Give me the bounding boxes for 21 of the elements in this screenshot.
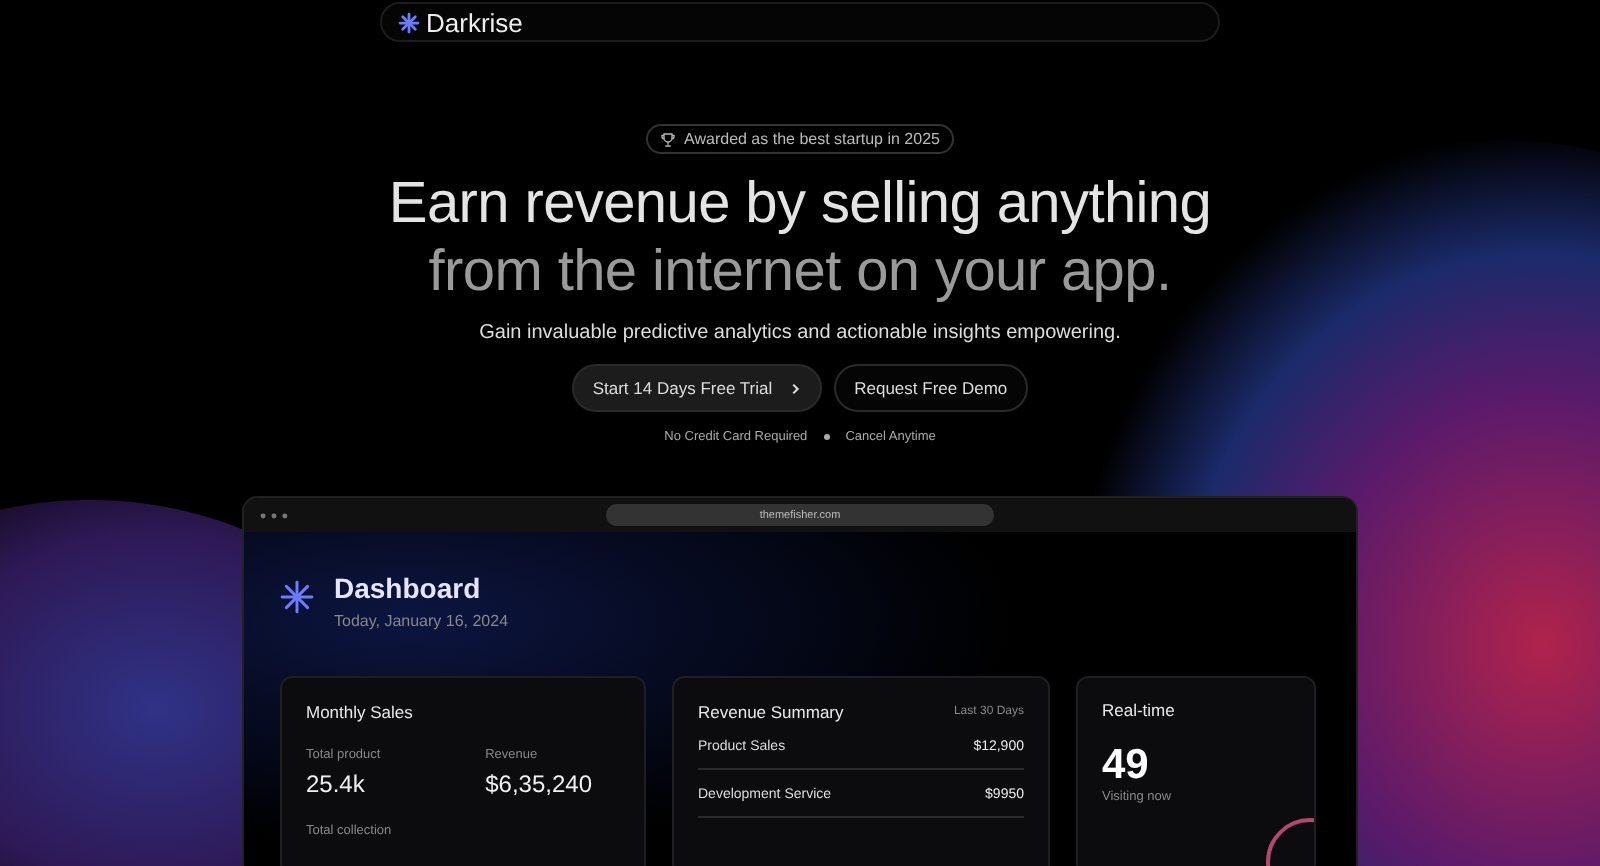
dashboard-title: Dashboard [334, 572, 483, 604]
free-trial-button[interactable]: Start 14 Days Free Trial [572, 364, 823, 412]
visitor-count: 49 [1102, 742, 1151, 790]
stat-value: $6,35,240 [485, 770, 592, 798]
hero-subtitle: Gain invaluable predictive analytics and actionable insights empowering. [479, 322, 1121, 344]
badge-text: Awarded as the best startup in 2025 [684, 130, 940, 148]
hero-heading: from the internet on your app. [428, 238, 1172, 306]
stat-value: 25.4k [306, 770, 367, 798]
asterisk-logo-icon [398, 11, 420, 33]
asterisk-icon [280, 580, 314, 614]
card-title: Monthly Sales [306, 702, 415, 722]
dashboard-date: Today, January 16, 2024 [334, 612, 509, 630]
brand-name[interactable]: Darkrise [426, 7, 523, 37]
separator-dot [823, 434, 830, 440]
card-title: Real-time [1102, 700, 1177, 720]
trophy-icon [660, 131, 677, 147]
window-dots-icon [260, 511, 288, 519]
chevron-right-icon [788, 381, 803, 395]
hero-heading: Earn revenue by selling anything [388, 170, 1212, 238]
card-title: Revenue Summary [698, 702, 844, 722]
demo-button[interactable]: Request Free Demo [834, 364, 1028, 412]
